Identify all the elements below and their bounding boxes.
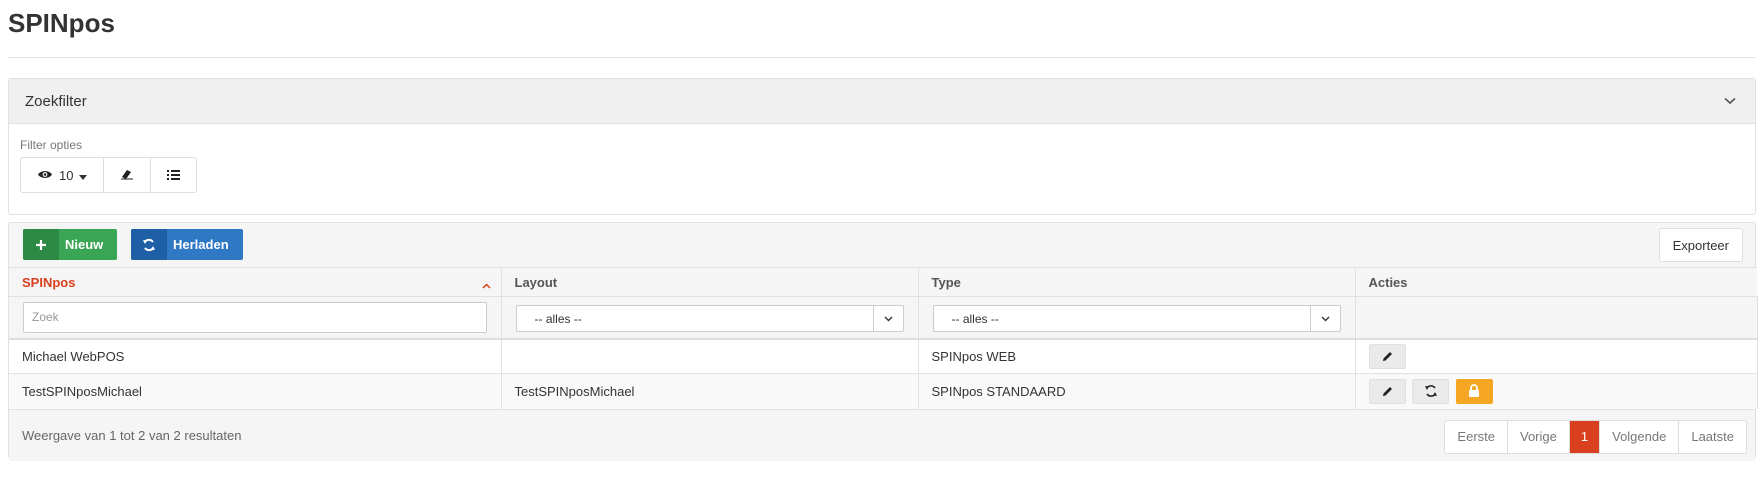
cell-type: SPINpos WEB	[918, 337, 1356, 374]
layout-filter-select[interactable]: -- alles --	[515, 305, 904, 333]
cell-actions	[1355, 373, 1758, 409]
search-filter-header[interactable]: Zoekfilter	[9, 79, 1755, 124]
grid-toolbar: Nieuw Herladen Exporteer	[9, 223, 1755, 267]
layout-filter-value: -- alles --	[534, 311, 582, 326]
eye-icon	[37, 168, 53, 183]
page-size-dropdown[interactable]: 10	[21, 158, 105, 192]
new-button[interactable]: Nieuw	[23, 229, 118, 260]
pager-last[interactable]: Laatste	[1679, 421, 1746, 453]
column-header-spinpos[interactable]: SPINpos	[9, 267, 502, 297]
table-row[interactable]: Michael WebPOS SPINpos WEB	[9, 337, 1758, 374]
cell-spinpos: TestSPINposMichael	[9, 373, 502, 409]
column-header-type[interactable]: Type	[918, 267, 1356, 297]
pagination: Eerste Vorige 1 Volgende Laatste	[1444, 419, 1747, 454]
column-header-layout[interactable]: Layout	[501, 267, 919, 297]
filter-row: Zoek -- alles -- -- alles --	[9, 296, 1758, 339]
search-input[interactable]: Zoek	[23, 301, 487, 333]
chevron-down-icon	[1309, 306, 1340, 332]
pager-first[interactable]: Eerste	[1445, 420, 1508, 453]
cell-type: SPINpos STANDAARD	[918, 373, 1356, 409]
refresh-icon	[131, 229, 167, 260]
pencil-icon	[1382, 386, 1392, 396]
cell-layout: TestSPINposMichael	[501, 373, 919, 409]
filter-options-group: 10	[20, 157, 198, 193]
column-header-actions: Acties	[1355, 267, 1757, 297]
cell-spinpos: Michael WebPOS	[9, 337, 502, 374]
eraser-icon	[120, 168, 134, 183]
pager-previous[interactable]: Vorige	[1508, 420, 1570, 453]
sort-ascending-icon	[481, 277, 491, 292]
new-button-label: Nieuw	[65, 237, 104, 252]
type-filter-value: -- alles --	[951, 311, 999, 326]
lock-button[interactable]	[1455, 378, 1493, 404]
pager-next[interactable]: Volgende	[1600, 420, 1680, 453]
spinpos-table: SPINpos Layout Type Acties Zoek -- alles…	[9, 267, 1758, 409]
reload-button[interactable]: Herladen	[131, 229, 243, 260]
refresh-icon	[1424, 385, 1437, 398]
edit-button[interactable]	[1368, 343, 1406, 369]
spinpos-grid: Nieuw Herladen Exporteer SPINpos Layout	[8, 222, 1758, 461]
title-divider	[8, 57, 1756, 58]
search-filter-panel: Zoekfilter Filter opties 10	[8, 78, 1756, 215]
export-button[interactable]: Exporteer	[1658, 228, 1743, 262]
results-summary: Weergave van 1 tot 2 van 2 resultaten	[22, 427, 242, 443]
column-header-label: SPINpos	[22, 274, 76, 290]
cell-actions	[1355, 337, 1758, 374]
search-filter-title: Zoekfilter	[25, 92, 87, 110]
list-icon	[167, 168, 181, 183]
reload-button-label: Herladen	[173, 237, 229, 252]
column-list-button[interactable]	[151, 158, 196, 192]
cell-layout	[501, 337, 919, 374]
edit-button[interactable]	[1368, 378, 1406, 404]
caret-down-icon	[79, 168, 88, 183]
refresh-row-button[interactable]	[1412, 378, 1450, 404]
lock-icon	[1469, 384, 1480, 398]
plus-icon	[23, 229, 59, 260]
type-filter-select[interactable]: -- alles --	[932, 305, 1341, 333]
chevron-down-icon[interactable]	[1721, 92, 1739, 110]
pager-page-1[interactable]: 1	[1569, 420, 1601, 453]
filter-options-label: Filter opties	[20, 138, 83, 152]
page-size-value: 10	[59, 167, 74, 183]
chevron-down-icon	[872, 306, 903, 332]
table-row[interactable]: TestSPINposMichael TestSPINposMichael SP…	[9, 373, 1758, 409]
clear-filter-button[interactable]	[104, 158, 152, 192]
page-title: SPINpos	[8, 8, 115, 38]
pencil-icon	[1382, 351, 1392, 361]
grid-footer: Weergave van 1 tot 2 van 2 resultaten Ee…	[9, 408, 1755, 461]
